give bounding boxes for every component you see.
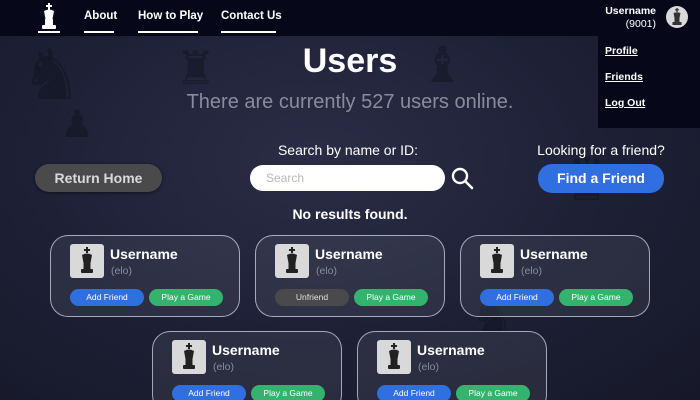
card-elo: (elo)	[213, 361, 235, 373]
logo-underline	[38, 31, 60, 33]
avatar	[70, 244, 104, 278]
card-username: Username	[212, 342, 280, 358]
return-home-button[interactable]: Return Home	[35, 164, 162, 192]
user-card: Username (elo) Add Friend Play a Game	[357, 331, 547, 400]
find-friend-button[interactable]: Find a Friend	[538, 164, 664, 193]
card-elo: (elo)	[111, 265, 133, 277]
no-results-message: No results found.	[292, 206, 408, 222]
page-title: Users	[302, 42, 398, 80]
nav-underline-contact-us	[221, 31, 276, 33]
add-friend-button[interactable]: Add Friend	[70, 289, 144, 306]
nav-underline-how-to-play	[138, 31, 198, 33]
add-friend-button[interactable]: Add Friend	[172, 385, 246, 400]
search-label: Search by name or ID:	[277, 142, 419, 158]
card-elo: (elo)	[316, 265, 338, 277]
nav-link-how-to-play[interactable]: How to Play	[138, 10, 203, 22]
play-game-button[interactable]: Play a Game	[251, 385, 325, 400]
user-card: Username (elo) Add Friend Play a Game	[50, 235, 240, 317]
chess-king-icon	[286, 247, 298, 273]
nav-link-about[interactable]: About	[84, 10, 117, 22]
user-card: Username (elo) Add Friend Play a Game	[152, 331, 342, 400]
chess-king-icon	[491, 247, 503, 273]
card-username: Username	[315, 246, 383, 262]
avatar	[275, 244, 309, 278]
logo[interactable]	[38, 3, 60, 33]
user-elo: (9001)	[625, 18, 656, 30]
search-input[interactable]	[250, 165, 445, 191]
chess-king-icon	[388, 343, 400, 369]
card-username: Username	[110, 246, 178, 262]
nav-underline-about	[84, 31, 114, 33]
avatar	[377, 340, 411, 374]
chess-king-icon	[81, 247, 93, 273]
card-elo: (elo)	[418, 361, 440, 373]
add-friend-button[interactable]: Add Friend	[480, 289, 554, 306]
play-game-button[interactable]: Play a Game	[354, 289, 428, 306]
user-name[interactable]: Username	[605, 5, 656, 17]
avatar	[172, 340, 206, 374]
add-friend-button[interactable]: Add Friend	[377, 385, 451, 400]
avatar	[480, 244, 514, 278]
online-count-text: There are currently 527 users online.	[186, 91, 514, 113]
card-username: Username	[520, 246, 588, 262]
friend-prompt: Looking for a friend?	[537, 142, 665, 158]
play-game-button[interactable]: Play a Game	[559, 289, 633, 306]
chess-king-icon	[672, 8, 682, 25]
nav-link-contact-us[interactable]: Contact Us	[221, 10, 282, 22]
play-game-button[interactable]: Play a Game	[149, 289, 223, 306]
unfriend-button[interactable]: Unfriend	[275, 289, 349, 306]
chess-king-icon	[183, 343, 195, 369]
user-card: Username (elo) Unfriend Play a Game	[255, 235, 445, 317]
avatar[interactable]	[666, 6, 688, 28]
chess-king-icon	[42, 3, 56, 29]
user-card: Username (elo) Add Friend Play a Game	[460, 235, 650, 317]
card-elo: (elo)	[521, 265, 543, 277]
play-game-button[interactable]: Play a Game	[456, 385, 530, 400]
search-icon[interactable]	[450, 166, 474, 190]
card-username: Username	[417, 342, 485, 358]
